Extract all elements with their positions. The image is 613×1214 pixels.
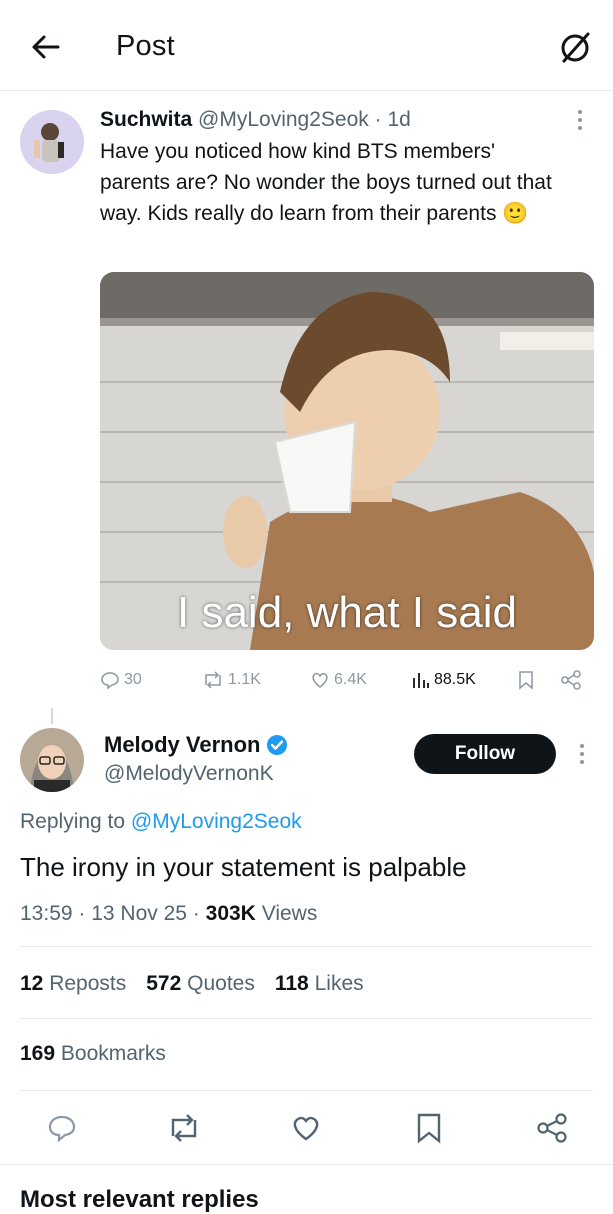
share-icon [537,1113,567,1143]
tweet-meta: Suchwita @MyLoving2Seok · 1d [100,106,411,134]
comment-icon [48,1115,76,1143]
tweet-body: Have you noticed how kind BTS members' p… [100,140,552,225]
back-button[interactable] [28,30,62,64]
reply-handle[interactable]: @MelodyVernonK [104,762,274,786]
engagement-counts: 12 Reposts 572 Quotes 118 Likes [20,972,364,996]
reply-views-label: Views [261,902,318,925]
replies-heading: Most relevant replies [20,1186,259,1213]
header-divider [0,90,613,91]
tweet-text: Have you noticed how kind BTS members' p… [100,136,570,229]
like-icon [312,672,328,688]
likes-label: Likes [314,972,364,995]
bookmarks-label: Bookmarks [60,1042,166,1065]
page-title: Post [116,30,175,62]
bookmarks-count: 169 [20,1042,56,1065]
reposts-count: 12 [20,972,44,995]
share-action-button[interactable] [536,1112,568,1144]
reply-author-name: Melody Vernon [104,732,261,757]
comment-icon [101,672,119,690]
share-button[interactable] [560,670,582,690]
author-name[interactable]: Suchwita [100,108,192,131]
reply-date: 13 Nov 25 [91,902,187,925]
quotes-count: 572 [146,972,182,995]
reply-more-button[interactable] [574,742,590,766]
bookmarks-stat[interactable]: 169 Bookmarks [20,1042,166,1066]
more-button[interactable] [572,108,588,132]
reposts-stat[interactable]: 12 Reposts [20,972,126,996]
tweet-age: 1d [387,108,411,131]
repost-action-button[interactable] [166,1112,202,1144]
quotes-stat[interactable]: 572 Quotes [146,972,255,996]
bookmark-icon [417,1113,441,1144]
emoji: 🙂 [502,202,529,225]
verified-badge-icon [267,735,288,755]
back-arrow-icon [32,35,60,59]
avatar[interactable] [20,110,84,174]
replying-prefix: Replying to [20,810,126,833]
view-count[interactable]: 88.5K [412,670,476,690]
repost-icon [171,1114,197,1142]
likes-count: 118 [274,972,309,995]
meta-separator: · [374,108,382,131]
reply-count-label: 30 [124,671,142,688]
reply-meta: 13:59 · 13 Nov 25 · 303K Views [20,902,318,925]
divider-4 [0,1164,613,1165]
bookmark-button[interactable] [518,670,534,690]
like-icon [293,1116,319,1141]
image-caption: I said, what I said [177,588,517,637]
view-count-label: 88.5K [434,671,476,688]
more-icon [578,110,582,130]
divider-3 [20,1090,593,1091]
repost-icon [205,671,221,689]
divider-2 [20,1018,593,1019]
reply-action-button[interactable] [46,1112,78,1144]
more-icon [580,744,584,764]
thread-line [51,708,53,724]
follow-button[interactable]: Follow [414,734,556,774]
reply-avatar[interactable] [20,728,84,792]
divider-1 [20,946,593,947]
repost-count-label: 1.1K [228,671,261,688]
quotes-label: Quotes [187,972,255,995]
reply-text: The irony in your statement is palpable [20,852,467,882]
grok-button[interactable] [556,28,594,66]
grok-icon [561,32,590,63]
likes-stat[interactable]: 118 Likes [275,972,364,996]
bookmark-icon [519,671,533,690]
reposts-label: Reposts [49,972,127,995]
reply-count[interactable]: 30 [100,670,142,690]
tweet-image[interactable]: I said, what I said [100,272,594,650]
reply-time: 13:59 [20,902,73,925]
like-action-button[interactable] [290,1112,322,1144]
reply-views-count: 303K [205,902,256,925]
share-icon [561,670,581,690]
author-handle[interactable]: @MyLoving2Seok [198,108,369,131]
bookmark-action-button[interactable] [416,1112,442,1144]
like-count[interactable]: 6.4K [310,670,367,690]
replying-handle-link[interactable]: @MyLoving2Seok [131,810,302,833]
like-count-label: 6.4K [334,671,367,688]
repost-count[interactable]: 1.1K [202,670,261,690]
reply-author[interactable]: Melody Vernon [104,732,288,758]
views-icon [413,673,429,688]
replying-to: Replying to @MyLoving2Seok [20,810,302,834]
